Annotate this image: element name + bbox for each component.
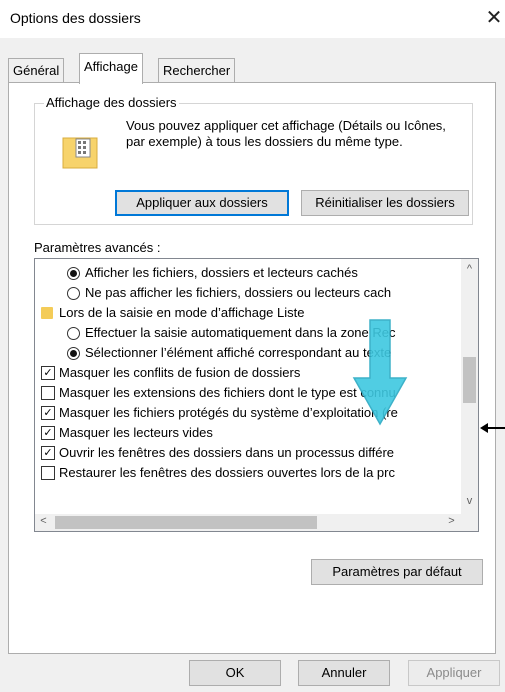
folder-views-description: Vous pouvez appliquer cet affichage (Dét… <box>126 118 446 149</box>
ok-button[interactable]: OK <box>189 660 281 686</box>
advanced-setting-label: Masquer les conflits de fusion de dossie… <box>59 365 301 380</box>
advanced-setting-item[interactable]: ✓ Ouvrir les fenêtres des dossiers dans u… <box>35 443 459 463</box>
checkbox-checked-icon[interactable]: ✓ <box>41 406 55 420</box>
apply-to-folders-button[interactable]: Appliquer aux dossiers <box>115 190 289 216</box>
folder-view-icon <box>62 137 98 169</box>
mouse-pointer-arrow-icon <box>480 423 505 433</box>
scroll-down-icon[interactable]: v <box>461 495 478 507</box>
advanced-settings-label: Paramètres avancés : <box>34 240 161 255</box>
radio-unselected-icon[interactable] <box>67 287 80 300</box>
close-icon[interactable]: ✕ <box>484 6 504 30</box>
checkbox-unchecked-icon[interactable] <box>41 466 55 480</box>
advanced-setting-label: Ouvrir les fenêtres des dossiers dans un… <box>59 445 395 460</box>
radio-selected-icon[interactable] <box>67 267 80 280</box>
advanced-setting-label: Sélectionner l’élément affiché correspon… <box>85 345 392 360</box>
vertical-scroll-thumb[interactable] <box>463 357 476 403</box>
horizontal-scroll-thumb[interactable] <box>55 516 317 529</box>
apply-button[interactable]: Appliquer <box>408 660 500 686</box>
advanced-setting-label: Masquer les extensions des fichiers dont… <box>59 385 396 400</box>
folder-icon <box>41 307 53 319</box>
advanced-setting-label: Afficher les fichiers, dossiers et lecte… <box>85 265 358 280</box>
annotation-arrow-icon <box>352 319 408 426</box>
vertical-scrollbar[interactable]: ^ v <box>461 259 478 514</box>
scroll-right-icon[interactable]: > <box>443 515 460 527</box>
advanced-setting-item[interactable]: Restaurer les fenêtres des dossiers ouve… <box>35 463 459 483</box>
checkbox-checked-icon[interactable]: ✓ <box>41 446 55 460</box>
folder-views-label: Affichage des dossiers <box>44 95 179 110</box>
tab-general[interactable]: Général <box>8 58 65 83</box>
advanced-setting-label: Masquer les fichiers protégés du système… <box>59 405 398 420</box>
scroll-left-icon[interactable]: < <box>35 515 52 527</box>
tab-rechercher[interactable]: Rechercher <box>158 58 236 83</box>
radio-selected-icon[interactable] <box>67 347 80 360</box>
cancel-button[interactable]: Annuler <box>298 660 390 686</box>
advanced-setting-label: Effectuer la saisie automatiquement dans… <box>85 325 396 340</box>
advanced-setting-item[interactable]: Ne pas afficher les fichiers, dossiers o… <box>35 283 459 303</box>
horizontal-scrollbar[interactable]: < > <box>35 514 478 531</box>
advanced-setting-label: Masquer les lecteurs vides <box>59 425 213 440</box>
tab-affichage[interactable]: Affichage <box>79 53 143 84</box>
reset-folders-button[interactable]: Réinitialiser les dossiers <box>301 190 469 216</box>
advanced-settings-list[interactable]: Afficher les fichiers, dossiers et lecte… <box>34 258 479 532</box>
checkbox-checked-icon[interactable]: ✓ <box>41 366 55 380</box>
scroll-up-icon[interactable]: ^ <box>461 263 478 275</box>
checkbox-checked-icon[interactable]: ✓ <box>41 426 55 440</box>
checkbox-unchecked-icon[interactable] <box>41 386 55 400</box>
radio-unselected-icon[interactable] <box>67 327 80 340</box>
window-title: Options des dossiers <box>10 10 141 26</box>
restore-defaults-button[interactable]: Paramètres par défaut <box>311 559 483 585</box>
advanced-setting-item[interactable]: Afficher les fichiers, dossiers et lecte… <box>35 263 459 283</box>
advanced-setting-label: Restaurer les fenêtres des dossiers ouve… <box>59 465 395 480</box>
advanced-setting-label: Lors de la saisie en mode d’affichage Li… <box>59 305 305 320</box>
advanced-setting-label: Ne pas afficher les fichiers, dossiers o… <box>85 285 392 300</box>
